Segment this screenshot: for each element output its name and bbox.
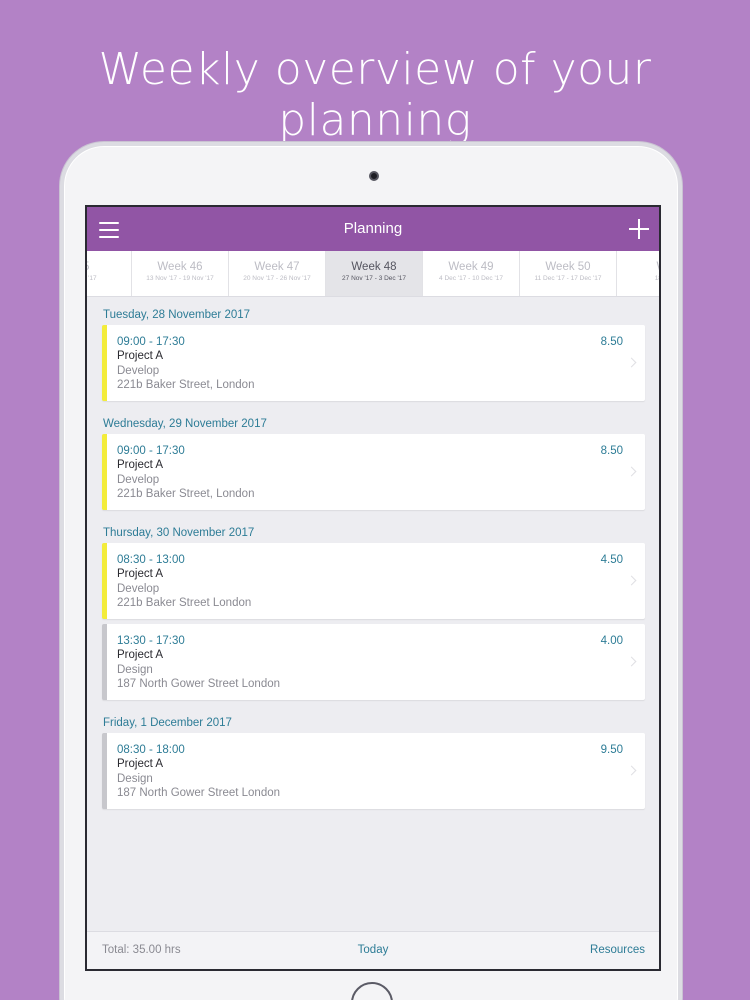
week-tab-range: 27 Nov '17 - 3 Dec '17 — [342, 275, 406, 282]
week-tab-range: 13 Nov '17 - 19 Nov '17 — [146, 275, 214, 282]
planning-entry[interactable]: 08:30 - 13:00 Project A Develop 221b Baker … — [102, 543, 645, 619]
entry-address: 221b Baker Street London — [117, 597, 252, 609]
marketing-headline: Weekly overview of your planning — [98, 44, 652, 146]
planning-entry[interactable]: 08:30 - 18:00 Project A Design 187 North Go… — [102, 733, 645, 809]
week-tab[interactable]: Week 46 13 Nov '17 - 19 Nov '17 — [132, 251, 229, 296]
week-tab[interactable]: 452 Nov '17 — [87, 251, 132, 296]
entry-project: Project A — [117, 459, 164, 471]
week-tab[interactable]: Week 47 20 Nov '17 - 26 Nov '17 — [229, 251, 326, 296]
navigation-bar: Planning — [87, 207, 659, 251]
camera-icon — [369, 171, 379, 181]
week-tab-range: 4 Dec '17 - 10 Dec '17 — [439, 275, 503, 282]
entry-time: 09:00 - 17:30 — [117, 336, 185, 348]
entry-address: 221b Baker Street, London — [117, 488, 255, 500]
week-tab-label: Week 50 — [545, 261, 591, 273]
page-title: Planning — [343, 220, 403, 237]
week-tab-label: Week 47 — [254, 261, 300, 273]
chevron-right-icon — [626, 466, 637, 477]
week-tab[interactable]: Week 48 27 Nov '17 - 3 Dec '17 — [326, 251, 423, 296]
week-tab[interactable]: We18 Dec — [617, 251, 659, 296]
entry-hours: 8.50 — [600, 445, 623, 457]
entry-address: 187 North Gower Street London — [117, 787, 281, 799]
plus-icon[interactable] — [629, 219, 649, 239]
chevron-right-icon — [626, 575, 637, 586]
week-tab[interactable]: Week 50 11 Dec '17 - 17 Dec '17 — [520, 251, 617, 296]
planning-entry[interactable]: 13:30 - 17:30 Project A Design 187 North Go… — [102, 624, 645, 700]
entry-time: 08:30 - 18:00 — [117, 744, 185, 756]
planning-entry[interactable]: 09:00 - 17:30 Project A Develop 221b Baker … — [102, 325, 645, 401]
day-list[interactable]: Tuesday, 28 November 2017 09:00 - 17:30 Pr… — [102, 297, 645, 814]
week-selector[interactable]: 452 Nov '17 Week 46 13 Nov '17 - 19 Nov '1… — [87, 251, 659, 297]
entry-hours: 4.50 — [600, 554, 623, 566]
entry-time: 08:30 - 13:00 — [117, 554, 185, 566]
entry-address: 187 North Gower Street London — [117, 678, 281, 690]
entry-project: Project A — [117, 350, 164, 362]
week-tab-label: We — [617, 261, 659, 274]
entry-hours: 4.00 — [600, 635, 623, 647]
week-tab[interactable]: Week 49 4 Dec '17 - 10 Dec '17 — [423, 251, 520, 296]
chevron-right-icon — [626, 656, 637, 667]
planning-entry[interactable]: 09:00 - 17:30 Project A Develop 221b Baker … — [102, 434, 645, 510]
week-tab-range: 18 Dec — [654, 275, 659, 282]
week-tab-label: Week 48 — [351, 261, 397, 273]
chevron-right-icon — [626, 357, 637, 368]
entry-task: Develop — [117, 583, 160, 595]
week-tab-range: 20 Nov '17 - 26 Nov '17 — [243, 275, 311, 282]
week-tab-label: 45 — [87, 261, 131, 274]
entry-time: 09:00 - 17:30 — [117, 445, 185, 457]
entry-project: Project A — [117, 758, 164, 770]
week-tab-label: Week 49 — [448, 261, 494, 273]
bottom-toolbar: Total: 35.00 hrs Today Resources — [87, 931, 659, 969]
entry-time: 13:30 - 17:30 — [117, 635, 185, 647]
entry-task: Design — [117, 773, 153, 785]
entry-hours: 8.50 — [600, 336, 623, 348]
today-button[interactable]: Today — [87, 944, 659, 956]
tablet-frame: Planning 452 Nov '17 Week 46 13 Nov '17 - … — [60, 142, 682, 1000]
week-tab-range: 11 Dec '17 - 17 Dec '17 — [534, 275, 602, 282]
day-header: Friday, 1 December 2017 — [103, 717, 232, 729]
app-screen: Planning 452 Nov '17 Week 46 13 Nov '17 - … — [85, 205, 661, 971]
chevron-right-icon — [626, 765, 637, 776]
day-header: Wednesday, 29 November 2017 — [103, 418, 267, 430]
week-tab-label: Week 46 — [157, 261, 203, 273]
resources-button[interactable]: Resources — [590, 944, 645, 956]
entry-task: Develop — [117, 474, 160, 486]
entry-address: 221b Baker Street, London — [117, 379, 255, 391]
entry-hours: 9.50 — [600, 744, 623, 756]
entry-task: Develop — [117, 365, 160, 377]
entry-project: Project A — [117, 568, 164, 580]
week-strip[interactable]: 452 Nov '17 Week 46 13 Nov '17 - 19 Nov '1… — [87, 251, 659, 296]
entry-task: Design — [117, 664, 153, 676]
day-header: Thursday, 30 November 2017 — [103, 527, 255, 539]
day-header: Tuesday, 28 November 2017 — [103, 309, 251, 321]
entry-project: Project A — [117, 649, 164, 661]
week-tab-range: 2 Nov '17 — [87, 275, 97, 282]
home-button[interactable] — [351, 982, 393, 1000]
